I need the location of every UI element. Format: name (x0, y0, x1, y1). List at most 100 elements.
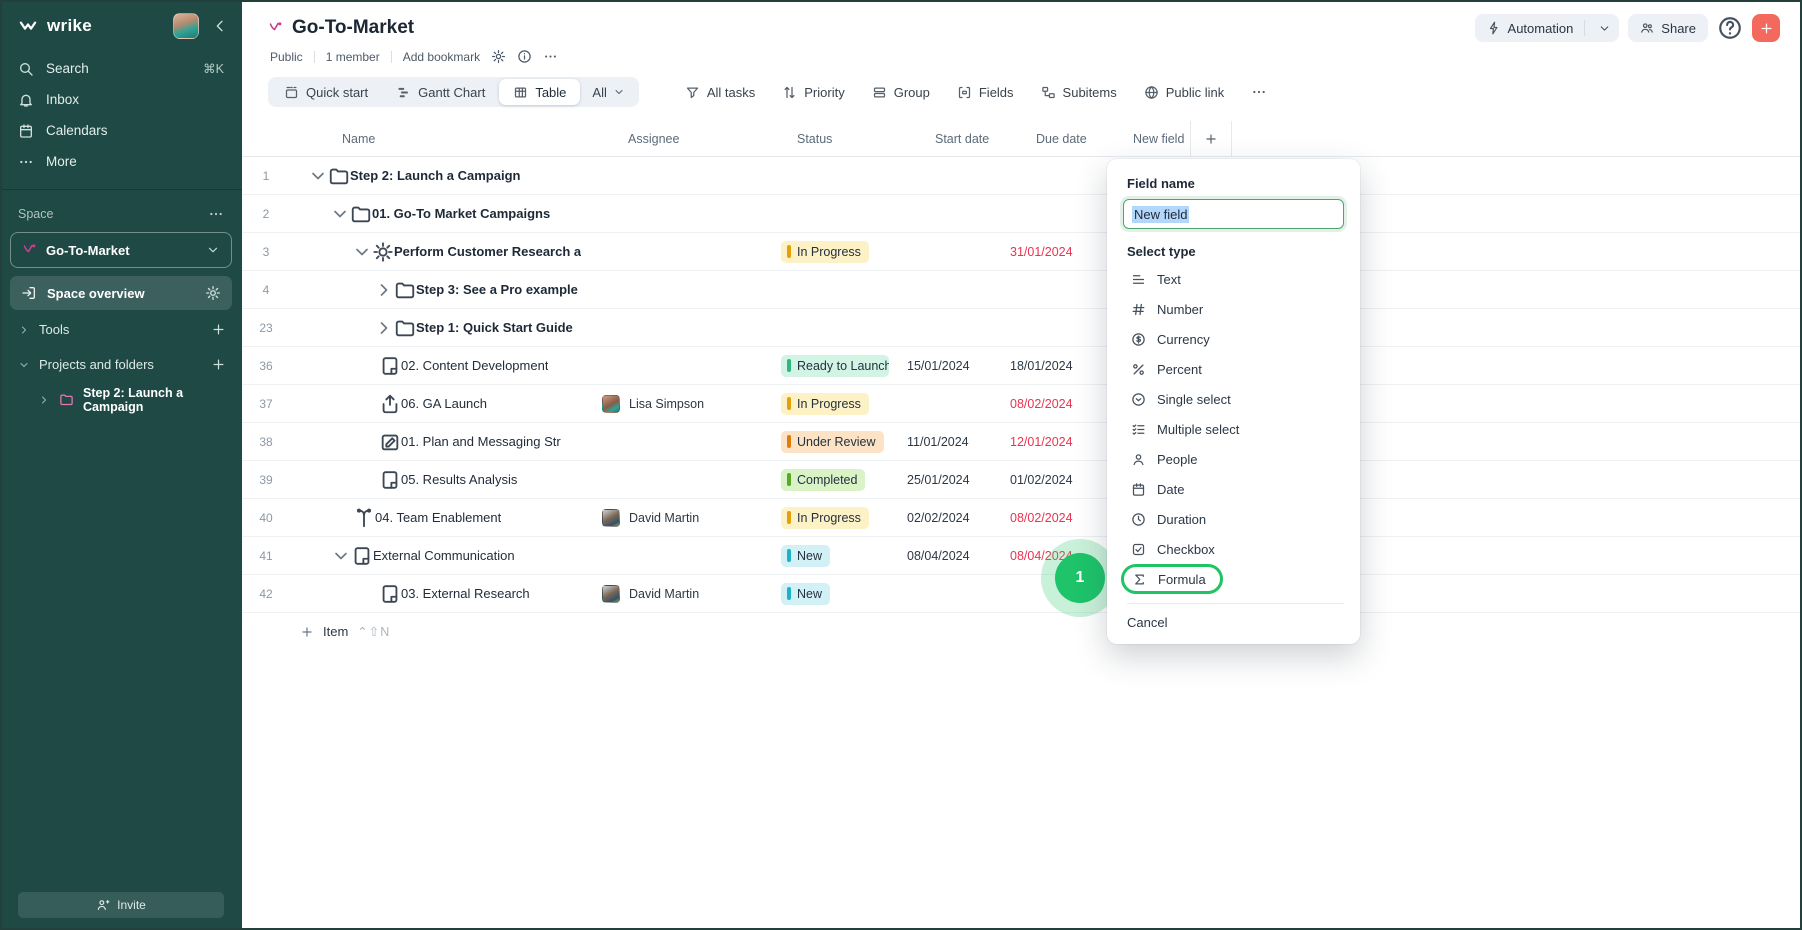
start-date-cell[interactable]: 08/04/2024 (905, 549, 1000, 563)
task-name-cell[interactable]: 01. Plan and Messaging Str (290, 431, 600, 453)
status-cell[interactable]: In Progress (775, 507, 905, 529)
toolbar-control[interactable]: Fields (957, 85, 1014, 100)
expand-chevron-icon[interactable] (374, 318, 394, 338)
share-button[interactable]: Share (1628, 14, 1708, 42)
due-date-cell[interactable]: 08/02/2024 (1000, 397, 1105, 411)
task-name-cell[interactable]: Step 2: Launch a Campaign (290, 165, 600, 187)
task-name-cell[interactable]: 03. External Research (290, 583, 600, 605)
field-type-option[interactable]: Date (1123, 474, 1344, 504)
toolbar-control[interactable]: All tasks (685, 85, 755, 100)
table-row[interactable]: 2 01. Go-To Market Campaigns (242, 195, 1802, 233)
field-type-option[interactable]: Percent (1123, 354, 1344, 384)
field-type-option[interactable]: Multiple select (1123, 414, 1344, 444)
add-item-row[interactable]: Item ⌃⇧N (242, 613, 1802, 639)
field-type-option[interactable]: People (1123, 444, 1344, 474)
add-tool-icon[interactable] (211, 322, 226, 337)
status-cell[interactable]: New (775, 545, 905, 567)
expand-chevron-icon[interactable] (374, 280, 394, 300)
invite-button[interactable]: Invite (18, 892, 224, 918)
expand-chevron-icon[interactable] (352, 242, 372, 262)
column-header-due-date[interactable]: Due date (1000, 132, 1105, 146)
sidebar-nav-item[interactable]: Calendars (0, 115, 242, 146)
add-project-icon[interactable] (211, 357, 226, 372)
start-date-cell[interactable]: 15/01/2024 (905, 359, 1000, 373)
gear-icon[interactable] (205, 285, 221, 301)
space-more-icon[interactable] (208, 206, 224, 222)
field-type-option[interactable]: Duration (1123, 504, 1344, 534)
task-name-cell[interactable]: Perform Customer Research a (290, 241, 600, 263)
status-cell[interactable]: Under Review (775, 431, 905, 453)
sidebar-item-space-overview[interactable]: Space overview (10, 276, 232, 310)
column-header-name[interactable]: Name (290, 132, 600, 146)
task-name-cell[interactable]: Step 3: See a Pro example (290, 279, 600, 301)
expand-chevron-icon[interactable] (308, 166, 328, 186)
status-cell[interactable]: Ready to Launch (775, 355, 905, 377)
field-type-option[interactable]: Single select (1123, 384, 1344, 414)
column-header-status[interactable]: Status (775, 132, 905, 146)
field-type-option[interactable]: Formula (1121, 564, 1223, 594)
sidebar-nav-item[interactable]: Search ⌘K (0, 53, 242, 84)
status-cell[interactable]: In Progress (775, 393, 905, 415)
info-icon[interactable] (517, 49, 532, 64)
column-header-start-date[interactable]: Start date (905, 132, 1000, 146)
due-date-cell[interactable]: 31/01/2024 (1000, 245, 1105, 259)
table-row[interactable]: 23 Step 1: Quick Start Guide (242, 309, 1802, 347)
table-row[interactable]: 37 06. GA Launch Lisa Simpson In Progres… (242, 385, 1802, 423)
members-label[interactable]: 1 member (326, 50, 380, 64)
view-tab[interactable]: Quick start (270, 77, 382, 107)
toolbar-control[interactable]: Priority (782, 85, 844, 100)
collapse-sidebar-icon[interactable] (212, 18, 228, 34)
more-controls-icon[interactable] (1251, 84, 1267, 100)
table-row[interactable]: 1 Step 2: Launch a Campaign (242, 157, 1802, 195)
expand-chevron-icon[interactable] (331, 546, 351, 566)
view-tab[interactable]: Table (499, 79, 580, 105)
task-name-cell[interactable]: External Communication (290, 545, 600, 567)
expand-chevron-icon[interactable] (330, 204, 350, 224)
status-cell[interactable]: New (775, 583, 905, 605)
task-name-cell[interactable]: 02. Content Development (290, 355, 600, 377)
task-name-cell[interactable]: 05. Results Analysis (290, 469, 600, 491)
due-date-cell[interactable]: 12/01/2024 (1000, 435, 1105, 449)
status-cell[interactable]: Completed (775, 469, 905, 491)
column-header-assignee[interactable]: Assignee (600, 132, 775, 146)
sidebar-item-tools[interactable]: Tools (0, 312, 242, 347)
column-header-new-field[interactable]: New field (1105, 132, 1190, 146)
field-type-option[interactable]: Text (1123, 264, 1344, 294)
field-type-option[interactable]: Checkbox (1123, 534, 1344, 564)
start-date-cell[interactable]: 25/01/2024 (905, 473, 1000, 487)
space-selector[interactable]: Go-To-Market (10, 232, 232, 268)
table-row[interactable]: 3 Perform Customer Research a In Progres… (242, 233, 1802, 271)
field-name-input[interactable]: New field (1123, 199, 1344, 229)
due-date-cell[interactable]: 18/01/2024 (1000, 359, 1105, 373)
due-date-cell[interactable]: 01/02/2024 (1000, 473, 1105, 487)
status-cell[interactable]: In Progress (775, 241, 905, 263)
automation-button[interactable]: Automation (1475, 14, 1620, 42)
table-row[interactable]: 36 02. Content Development Ready to Laun… (242, 347, 1802, 385)
view-filter-all[interactable]: All (580, 85, 636, 100)
help-button[interactable] (1717, 15, 1743, 41)
table-row[interactable]: 40 04. Team Enablement David Martin In P… (242, 499, 1802, 537)
cancel-button[interactable]: Cancel (1123, 604, 1344, 632)
field-type-option[interactable]: Number (1123, 294, 1344, 324)
toolbar-control[interactable]: Public link (1144, 85, 1225, 100)
table-row[interactable]: 4 Step 3: See a Pro example (242, 271, 1802, 309)
table-row[interactable]: 39 05. Results Analysis Completed 25/01/… (242, 461, 1802, 499)
add-bookmark-link[interactable]: Add bookmark (403, 50, 480, 64)
sidebar-item-step2-campaign[interactable]: Step 2: Launch a Campaign (0, 382, 242, 417)
more-options-icon[interactable] (543, 49, 558, 64)
sidebar-item-projects-folders[interactable]: Projects and folders (0, 347, 242, 382)
assignee-cell[interactable]: David Martin (600, 585, 775, 603)
add-column-button[interactable] (1190, 121, 1232, 156)
chevron-down-icon[interactable] (1598, 22, 1611, 35)
task-name-cell[interactable]: 06. GA Launch (290, 393, 600, 415)
table-row[interactable]: 42 03. External Research David Martin Ne… (242, 575, 1802, 613)
create-button[interactable] (1752, 14, 1780, 42)
task-name-cell[interactable]: 04. Team Enablement (290, 507, 600, 529)
task-name-cell[interactable]: 01. Go-To Market Campaigns (290, 203, 600, 225)
assignee-cell[interactable]: David Martin (600, 509, 775, 527)
sidebar-nav-item[interactable]: More (0, 146, 242, 177)
task-name-cell[interactable]: Step 1: Quick Start Guide (290, 317, 600, 339)
view-tab[interactable]: Gantt Chart (382, 77, 499, 107)
visibility-label[interactable]: Public (270, 50, 303, 64)
sidebar-nav-item[interactable]: Inbox (0, 84, 242, 115)
